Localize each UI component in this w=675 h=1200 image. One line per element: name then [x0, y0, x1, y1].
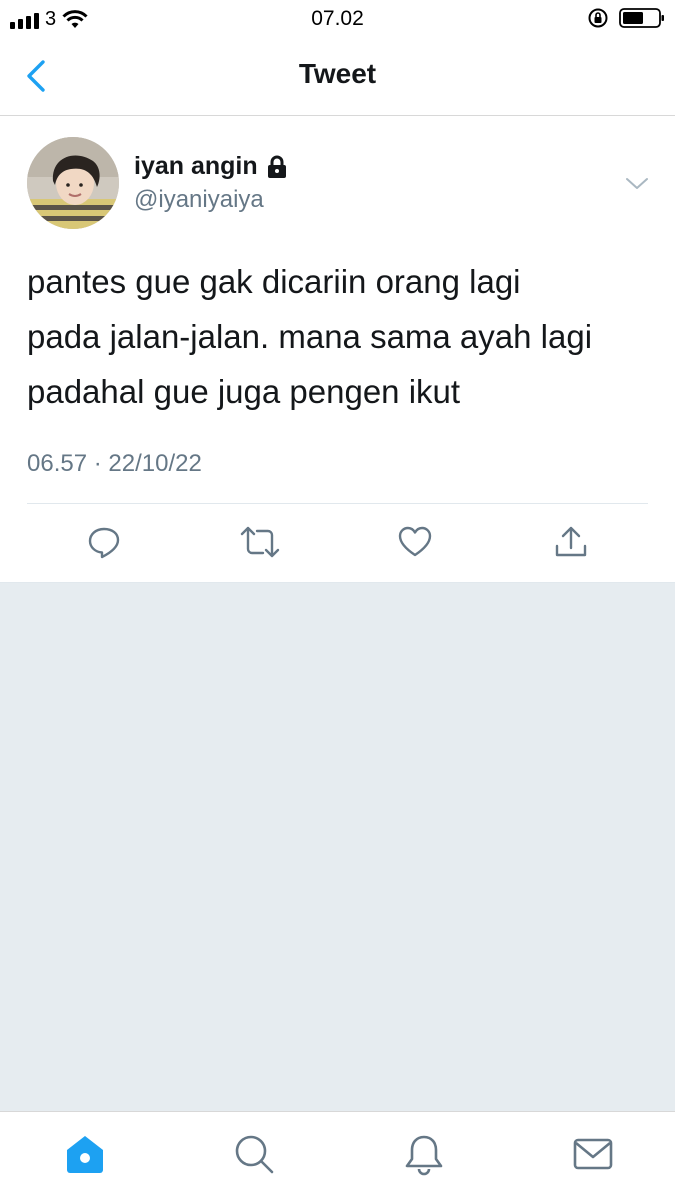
tweet-text-line: pantes gue gak dicariin orang lagi	[27, 263, 521, 300]
tweet-text-line: padahal gue juga pengen ikut	[27, 373, 461, 410]
tweet-text-line: pada jalan-jalan. mana sama ayah lagi	[27, 318, 593, 355]
chevron-down-icon	[626, 178, 648, 189]
messages-icon	[573, 1138, 613, 1170]
tab-notifications[interactable]	[402, 1132, 446, 1176]
reply-button[interactable]	[82, 520, 126, 564]
status-time: 07.02	[311, 7, 364, 30]
home-icon	[67, 1136, 103, 1173]
empty-replies-area	[0, 583, 675, 1111]
like-button[interactable]	[393, 520, 437, 564]
tab-home[interactable]	[63, 1132, 107, 1176]
search-icon	[235, 1135, 274, 1174]
avatar[interactable]	[27, 137, 119, 229]
retweet-icon	[240, 526, 280, 558]
author-row: iyan angin	[134, 152, 288, 181]
share-icon	[555, 526, 587, 557]
notifications-icon	[405, 1135, 443, 1176]
avatar-image	[27, 137, 119, 229]
lock-icon	[267, 155, 286, 178]
reply-icon	[88, 527, 120, 559]
tweet-timestamp: 06.57 · 22/10/22	[27, 450, 202, 477]
tab-bar	[0, 1111, 675, 1200]
like-icon	[398, 526, 432, 557]
tab-search[interactable]	[232, 1132, 276, 1176]
tweet-detail: iyan angin @iyaniyaiya pantes gue gak di…	[0, 116, 675, 583]
share-button[interactable]	[549, 520, 593, 564]
orientation-lock-icon	[588, 8, 608, 28]
user-handle[interactable]: @iyaniyaiya	[134, 186, 264, 214]
nav-bar: Tweet	[0, 38, 675, 116]
divider	[27, 503, 648, 504]
battery-icon	[619, 8, 664, 28]
tab-messages[interactable]	[571, 1132, 615, 1176]
tweet-text: pantes gue gak dicariin orang lagi pada …	[27, 254, 652, 419]
page-title: Tweet	[298, 58, 377, 89]
tweet-actions	[0, 520, 675, 570]
status-bar: 3 07.02	[0, 0, 675, 38]
tweet-options-button[interactable]	[622, 168, 652, 198]
retweet-button[interactable]	[238, 520, 282, 564]
status-right	[587, 7, 665, 29]
display-name[interactable]: iyan angin	[134, 152, 258, 181]
